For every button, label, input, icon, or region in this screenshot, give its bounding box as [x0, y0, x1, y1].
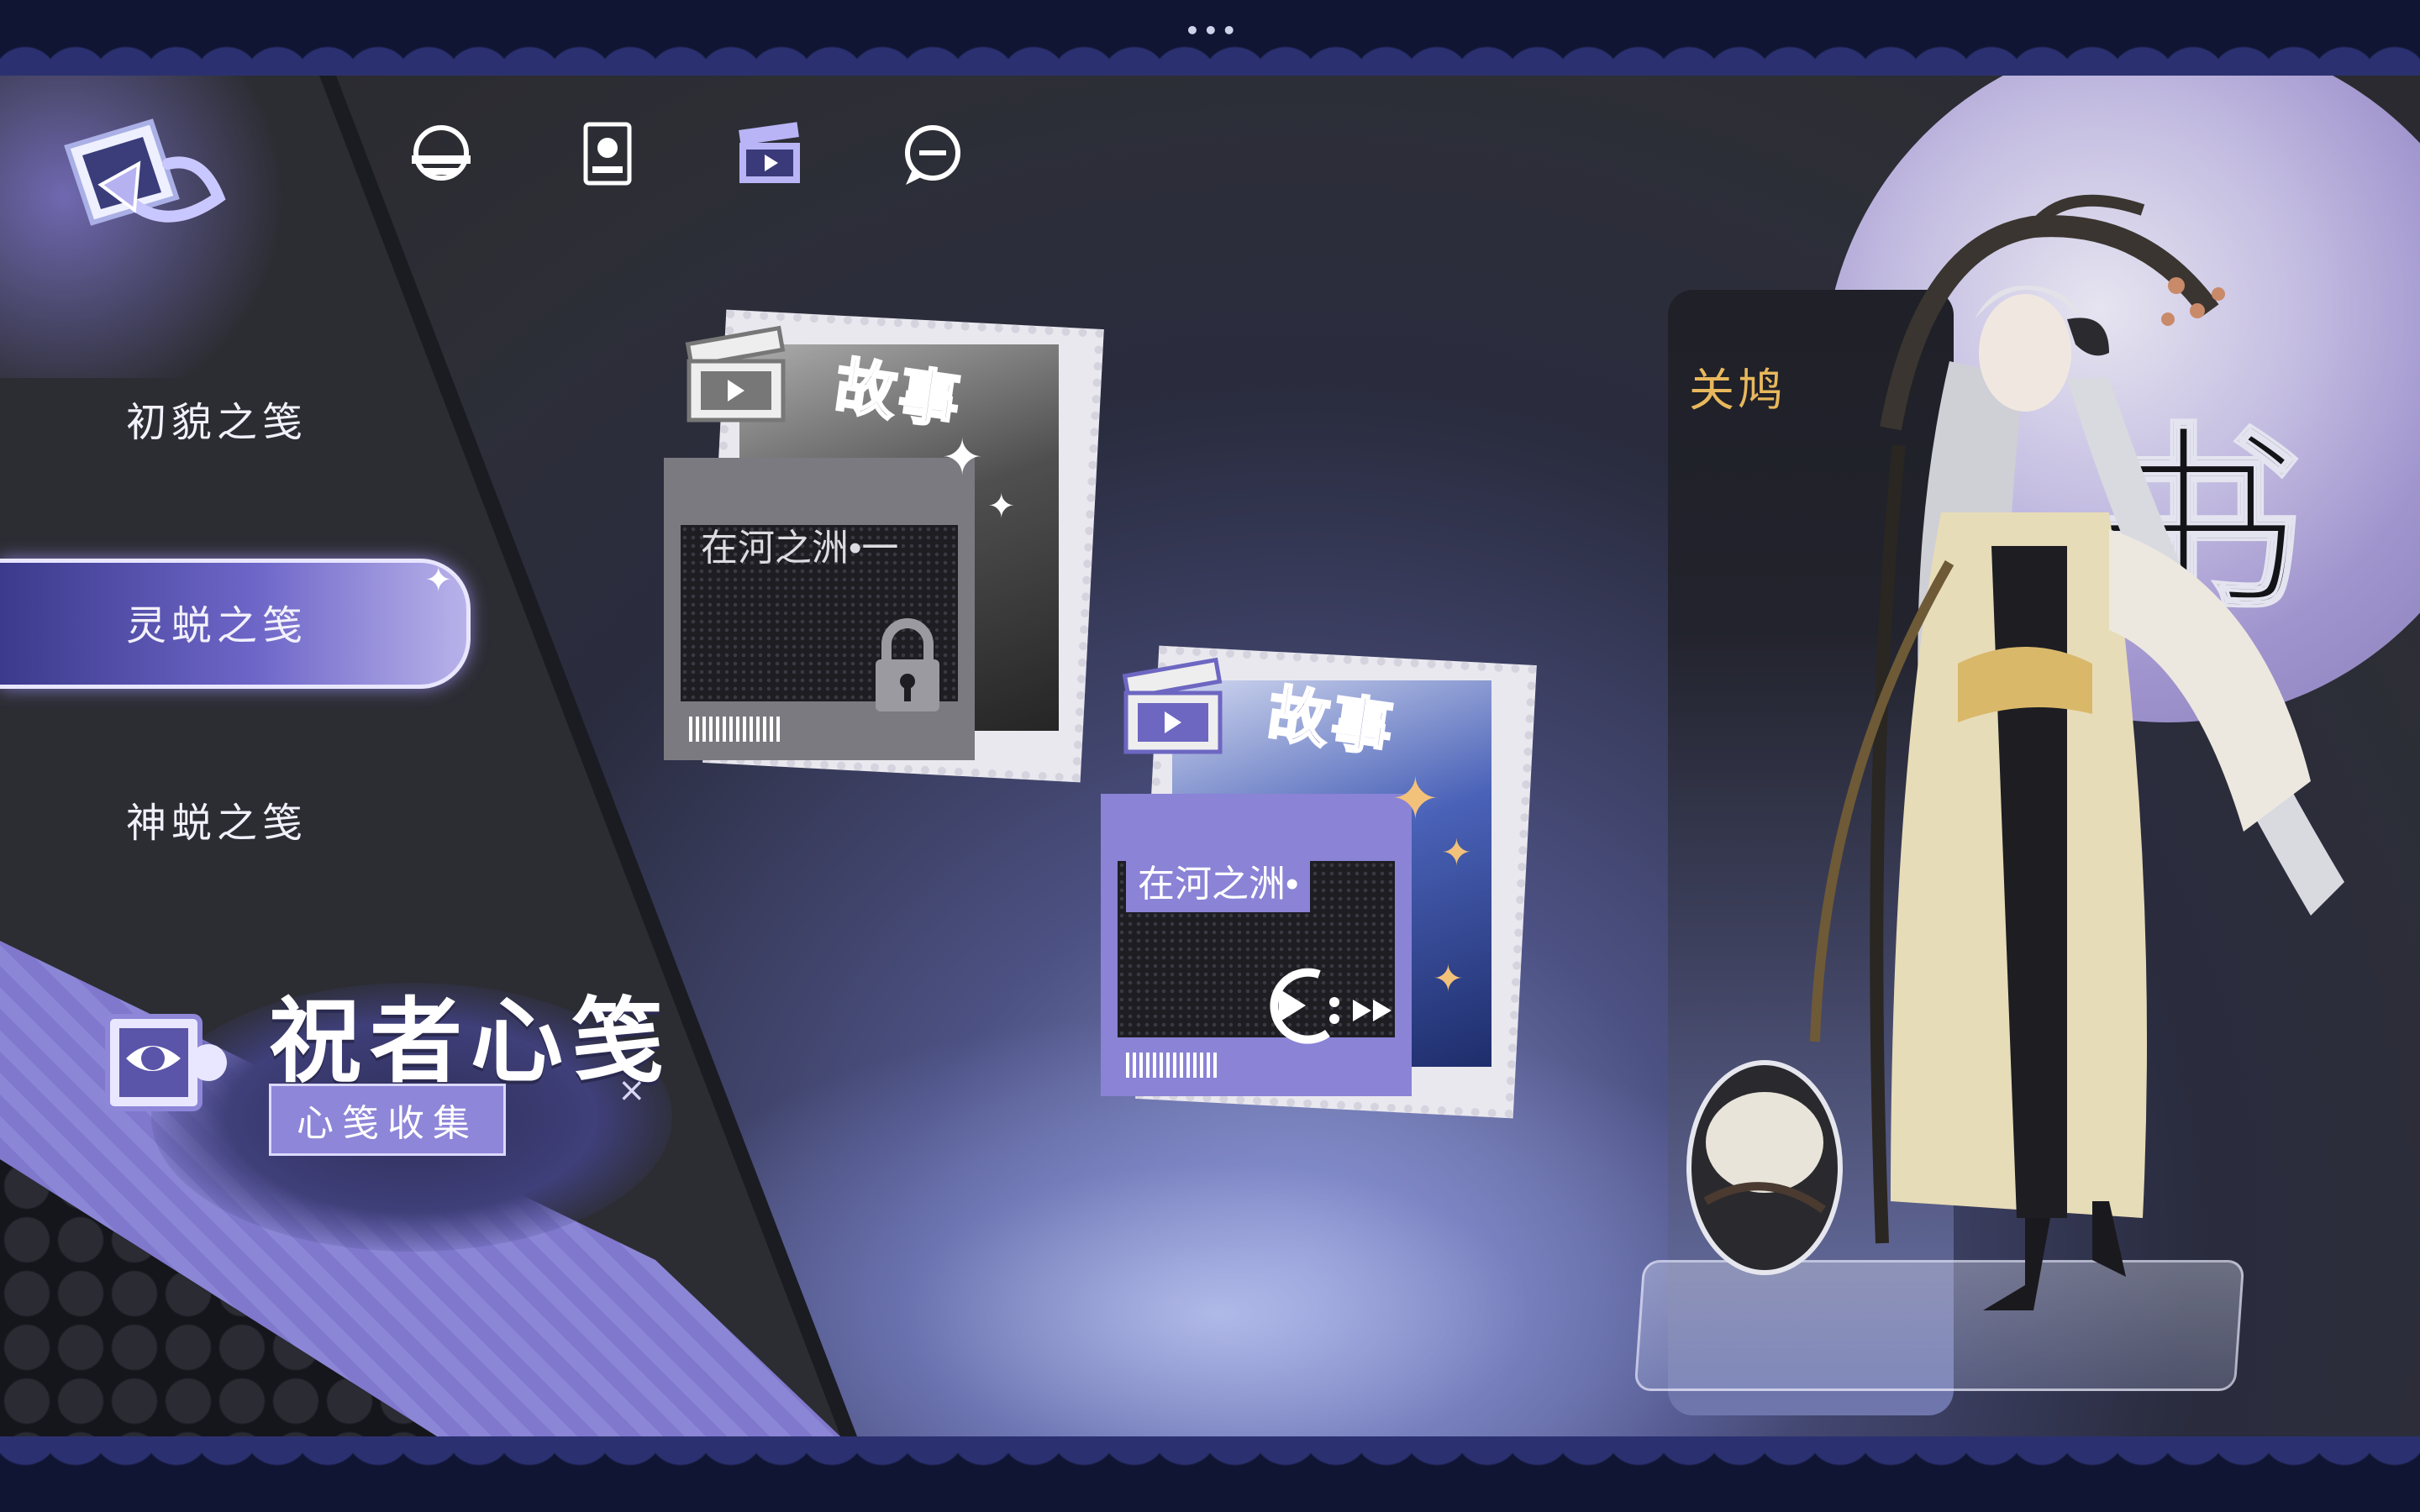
heart-letter-icon [101, 1000, 227, 1126]
sparkle-icon: ✦ [987, 487, 1016, 526]
clapperboard-icon [1122, 657, 1223, 754]
clapperboard-icon [685, 325, 786, 423]
portrait-card-icon[interactable] [567, 118, 651, 193]
back-button[interactable] [59, 105, 227, 265]
character-name: 关鸠 [1689, 364, 1786, 417]
barcode [689, 717, 781, 742]
sidebar-item-spirit-molt[interactable]: 灵蜕之笺 [126, 592, 308, 651]
story-title: 在河之洲• [1126, 848, 1311, 912]
chat-bubble-icon[interactable] [891, 118, 975, 193]
sparkle-icon: ✦ [1391, 764, 1440, 833]
story-box: 在河之洲•一 [664, 458, 975, 760]
story-card-locked[interactable]: 故事 在河之洲•一 ✦ ✦ [664, 302, 1104, 806]
close-icon[interactable]: × [618, 1071, 646, 1110]
sparkle-icon: ✦ [1433, 958, 1464, 1000]
sparkle-icon: ✦ [941, 428, 984, 487]
sparkle-icon: ✦ [424, 561, 453, 600]
barcode [1126, 1053, 1218, 1078]
bottom-border [0, 1436, 2420, 1512]
sparkle-icon: ✦ [1441, 832, 1472, 874]
story-banner: 故事 [829, 348, 968, 438]
sidebar-item-initial-look[interactable]: 初貌之笺 [126, 389, 308, 448]
moon-emblem-icon[interactable] [399, 118, 483, 193]
logo-subtitle: 心笺收集 [269, 1084, 506, 1156]
story-card-unlocked[interactable]: 故事 在河之洲• ✦ ✦ ✦ [1101, 638, 1537, 1142]
story-banner: 故事 [1262, 675, 1401, 766]
sidebar-item-divine-molt[interactable]: 神蜕之笺 [126, 790, 308, 848]
lock-icon [876, 618, 939, 711]
back-arrow-icon [64, 118, 226, 226]
menu-dots[interactable]: ••• [1185, 17, 1240, 45]
story-title: 在河之洲•一 [701, 528, 899, 569]
play-icon[interactable] [1235, 962, 1403, 1054]
game-screen: ••• ✦ 初貌之笺 灵蜕之笺 神蜕之笺 祝者心笺 心笺收集 × 故事 在河之洲… [0, 0, 2420, 1512]
logo-title: 祝者心笺 [269, 987, 672, 1095]
collection-logo: 祝者心笺 心笺收集 × [101, 932, 689, 1252]
story-box: 在河之洲• [1101, 794, 1412, 1096]
clapperboard-icon[interactable] [731, 118, 815, 193]
